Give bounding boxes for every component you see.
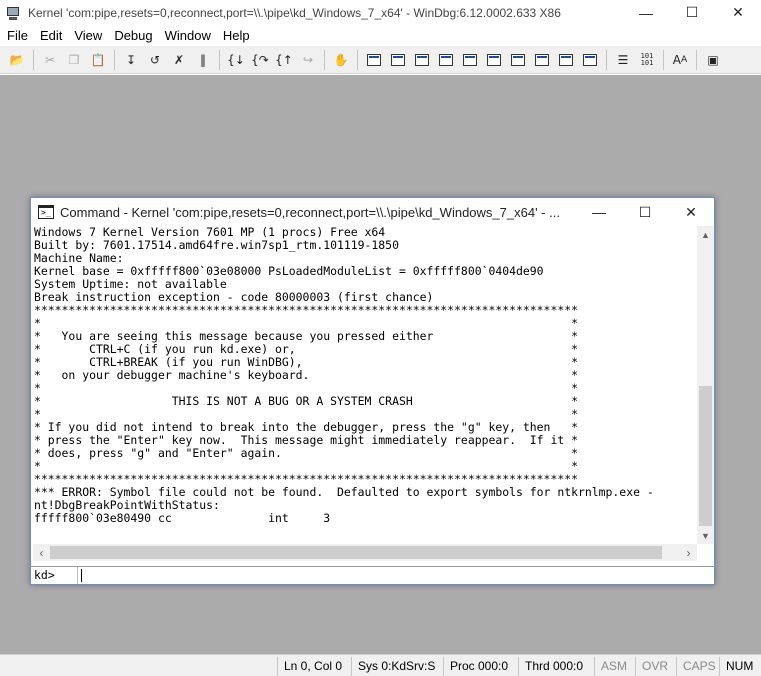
status-bar: Ln 0, Col 0 Sys 0:KdSrv:S Proc 000:0 Thr… <box>0 654 761 676</box>
status-asm: ASM <box>594 657 635 676</box>
memory-window-icon[interactable] <box>459 49 481 71</box>
toolbar-separator <box>663 49 664 70</box>
minimize-button[interactable]: — <box>623 0 669 25</box>
command-maximize-button[interactable]: ☐ <box>622 198 668 226</box>
toolbar-separator <box>357 49 358 70</box>
step-out-icon[interactable]: {↑ <box>273 49 295 71</box>
vertical-scroll-thumb[interactable] <box>699 386 712 526</box>
close-button[interactable]: ✕ <box>715 0 761 25</box>
source-window-icon[interactable] <box>579 49 601 71</box>
scroll-up-arrow-icon[interactable]: ▲ <box>697 226 714 243</box>
status-caps: CAPS <box>676 657 719 676</box>
break-icon[interactable]: ‖ <box>192 49 214 71</box>
toolbar-separator <box>219 49 220 70</box>
menu-debug[interactable]: Debug <box>109 25 159 46</box>
go-icon[interactable]: ↧ <box>120 49 142 71</box>
command-prompt-icon: >_ <box>38 205 54 219</box>
watch-window-icon[interactable] <box>387 49 409 71</box>
call-stack-window-icon[interactable] <box>483 49 505 71</box>
step-into-icon[interactable]: {↓ <box>225 49 247 71</box>
toolbar-separator <box>114 49 115 70</box>
locals-window-icon[interactable] <box>411 49 433 71</box>
menu-view[interactable]: View <box>69 25 109 46</box>
menu-edit[interactable]: Edit <box>35 25 69 46</box>
command-output[interactable]: Windows 7 Kernel Version 7601 MP (1 proc… <box>33 226 696 544</box>
command-minimize-button[interactable]: — <box>576 198 622 226</box>
status-line-col: Ln 0, Col 0 <box>277 657 351 676</box>
command-close-button[interactable]: ✕ <box>668 198 714 226</box>
options-icon[interactable]: ▣ <box>702 49 724 71</box>
output-vertical-scrollbar[interactable]: ▲ ▼ <box>697 226 714 544</box>
copy-icon[interactable]: ❐ <box>63 49 85 71</box>
kd-prompt: kd> <box>31 567 78 584</box>
source-mode-icon[interactable]: ☰ <box>612 49 634 71</box>
windbg-app-icon <box>6 5 22 21</box>
command-input[interactable] <box>78 567 714 584</box>
toolbar-separator <box>324 49 325 70</box>
scroll-right-arrow-icon[interactable]: › <box>680 544 697 561</box>
scratch-pad-icon[interactable] <box>531 49 553 71</box>
command-window-title: Command - Kernel 'com:pipe,resets=0,reco… <box>60 204 560 220</box>
horizontal-scroll-thumb[interactable] <box>50 546 662 559</box>
command-window-icon[interactable] <box>363 49 385 71</box>
menu-window[interactable]: Window <box>160 25 218 46</box>
insert-breakpoint-icon[interactable]: ✋ <box>330 49 352 71</box>
step-over-icon[interactable]: {↷ <box>249 49 271 71</box>
toolbar-separator <box>606 49 607 70</box>
output-line: fffff800`03e80490 cc int 3 <box>34 511 331 525</box>
menu-help[interactable]: Help <box>218 25 257 46</box>
hex-display-icon[interactable]: 101 101 <box>636 49 658 71</box>
toolbar-separator <box>33 49 34 70</box>
run-to-cursor-icon[interactable]: ↪ <box>297 49 319 71</box>
toolbar-separator <box>696 49 697 70</box>
toolbar: 📂 ✂ ❐ 📋 ↧ ↺ ✗ ‖ {↓ {↷ {↑ ↪ ✋ ☰ 101 101 AA… <box>0 46 761 74</box>
text-caret <box>81 569 82 582</box>
scroll-down-arrow-icon[interactable]: ▼ <box>697 527 714 544</box>
restart-icon[interactable]: ↺ <box>144 49 166 71</box>
registers-window-icon[interactable] <box>435 49 457 71</box>
paste-icon[interactable]: 📋 <box>87 49 109 71</box>
cut-icon[interactable]: ✂ <box>39 49 61 71</box>
command-input-row: kd> <box>31 566 714 584</box>
output-line: Built by: 7601.17514.amd64fre.win7sp1_rt… <box>34 238 399 252</box>
window-title: Kernel 'com:pipe,resets=0,reconnect,port… <box>28 5 561 20</box>
command-window-title-bar[interactable]: >_ Command - Kernel 'com:pipe,resets=0,r… <box>31 198 714 226</box>
scroll-left-arrow-icon[interactable]: ‹ <box>33 544 50 561</box>
font-icon[interactable]: AA <box>669 49 691 71</box>
stop-debugging-icon[interactable]: ✗ <box>168 49 190 71</box>
status-thread: Thrd 000:0 <box>518 657 594 676</box>
menu-file[interactable]: File <box>2 25 35 46</box>
maximize-button[interactable]: ☐ <box>669 0 715 25</box>
output-horizontal-scrollbar[interactable]: ‹ › <box>33 544 697 561</box>
command-window: >_ Command - Kernel 'com:pipe,resets=0,r… <box>30 197 715 585</box>
processes-threads-icon[interactable] <box>555 49 577 71</box>
status-process: Proc 000:0 <box>443 657 518 676</box>
status-system: Sys 0:KdSrv:S <box>351 657 443 676</box>
main-title-bar[interactable]: Kernel 'com:pipe,resets=0,reconnect,port… <box>0 0 761 25</box>
status-num: NUM <box>719 657 761 676</box>
open-source-file-icon[interactable]: 📂 <box>6 49 28 71</box>
disassembly-window-icon[interactable] <box>507 49 529 71</box>
status-ovr: OVR <box>635 657 676 676</box>
menu-bar: File Edit View Debug Window Help <box>0 25 761 46</box>
